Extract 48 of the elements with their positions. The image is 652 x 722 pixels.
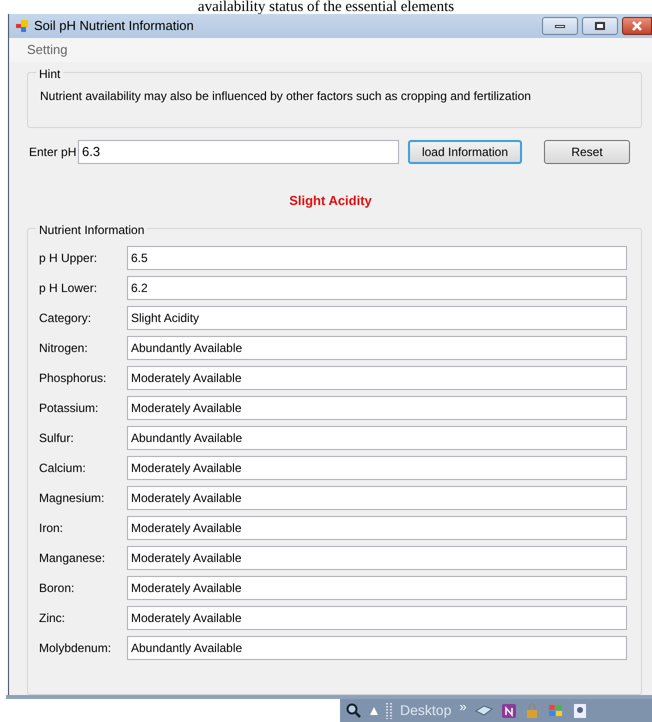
search-icon[interactable]	[346, 702, 362, 718]
nutrient-field[interactable]: Abundantly Available	[127, 636, 627, 660]
field-label: Magnesium:	[39, 490, 106, 507]
nutrient-field[interactable]: 6.2	[127, 276, 627, 300]
field-label: Boron:	[39, 580, 76, 597]
load-information-button[interactable]: load Information	[408, 140, 522, 164]
field-label: p H Upper:	[39, 250, 98, 267]
nutrient-field[interactable]: 6.5	[127, 246, 627, 270]
nutrient-field[interactable]: Moderately Available	[127, 576, 627, 600]
field-label: Iron:	[39, 520, 64, 537]
field-label: Nitrogen:	[39, 340, 89, 357]
nutrient-field[interactable]: Abundantly Available	[127, 336, 627, 360]
note-icon[interactable]	[500, 702, 517, 718]
field-label: Category:	[39, 310, 92, 327]
nutrient-field[interactable]: Moderately Available	[127, 516, 627, 540]
nutrient-field[interactable]: Moderately Available	[127, 546, 627, 570]
ph-label: Enter pH	[29, 144, 78, 161]
maximize-button[interactable]	[582, 17, 618, 35]
field-label: Phosphorus:	[39, 370, 108, 387]
nutrient-field[interactable]: Abundantly Available	[127, 426, 627, 450]
triangle-icon[interactable]	[370, 706, 378, 714]
nutrient-field[interactable]: Moderately Available	[127, 366, 627, 390]
reset-button[interactable]: Reset	[544, 140, 630, 164]
field-label: Sulfur:	[39, 430, 75, 447]
minimize-button[interactable]	[542, 17, 578, 35]
nutrient-field[interactable]: Moderately Available	[127, 606, 627, 630]
field-label: Zinc:	[39, 610, 66, 627]
field-label: p H Lower:	[39, 280, 98, 297]
grip-icon[interactable]	[386, 702, 392, 720]
app-icon	[15, 19, 29, 33]
nutrient-field[interactable]: Slight Acidity	[127, 306, 627, 330]
field-label: Manganese:	[39, 550, 106, 567]
field-label: Calcium:	[39, 460, 87, 477]
nutrient-field[interactable]: Moderately Available	[127, 486, 627, 510]
nutrient-field[interactable]: Moderately Available	[127, 396, 627, 420]
close-button[interactable]	[622, 17, 652, 35]
close-icon	[631, 21, 643, 31]
menu-item[interactable]: Setting	[27, 40, 68, 60]
ph-input-field[interactable]: 6.3	[78, 140, 399, 164]
document-caption: availability status of the essential elements	[198, 0, 454, 14]
windows-icon[interactable]	[546, 702, 565, 718]
hint-text: Nutrient availability may also be influenced by other factors such as cropping and fertilization	[40, 89, 531, 103]
contact-icon[interactable]	[572, 702, 587, 718]
nutrient-field[interactable]: Moderately Available	[127, 456, 627, 480]
result-text: Slight Acidity	[289, 192, 372, 210]
field-label: Molybdenum:	[39, 640, 112, 657]
field-label: Potassium:	[39, 400, 100, 417]
window-title: Soil pH Nutrient Information	[34, 17, 194, 36]
